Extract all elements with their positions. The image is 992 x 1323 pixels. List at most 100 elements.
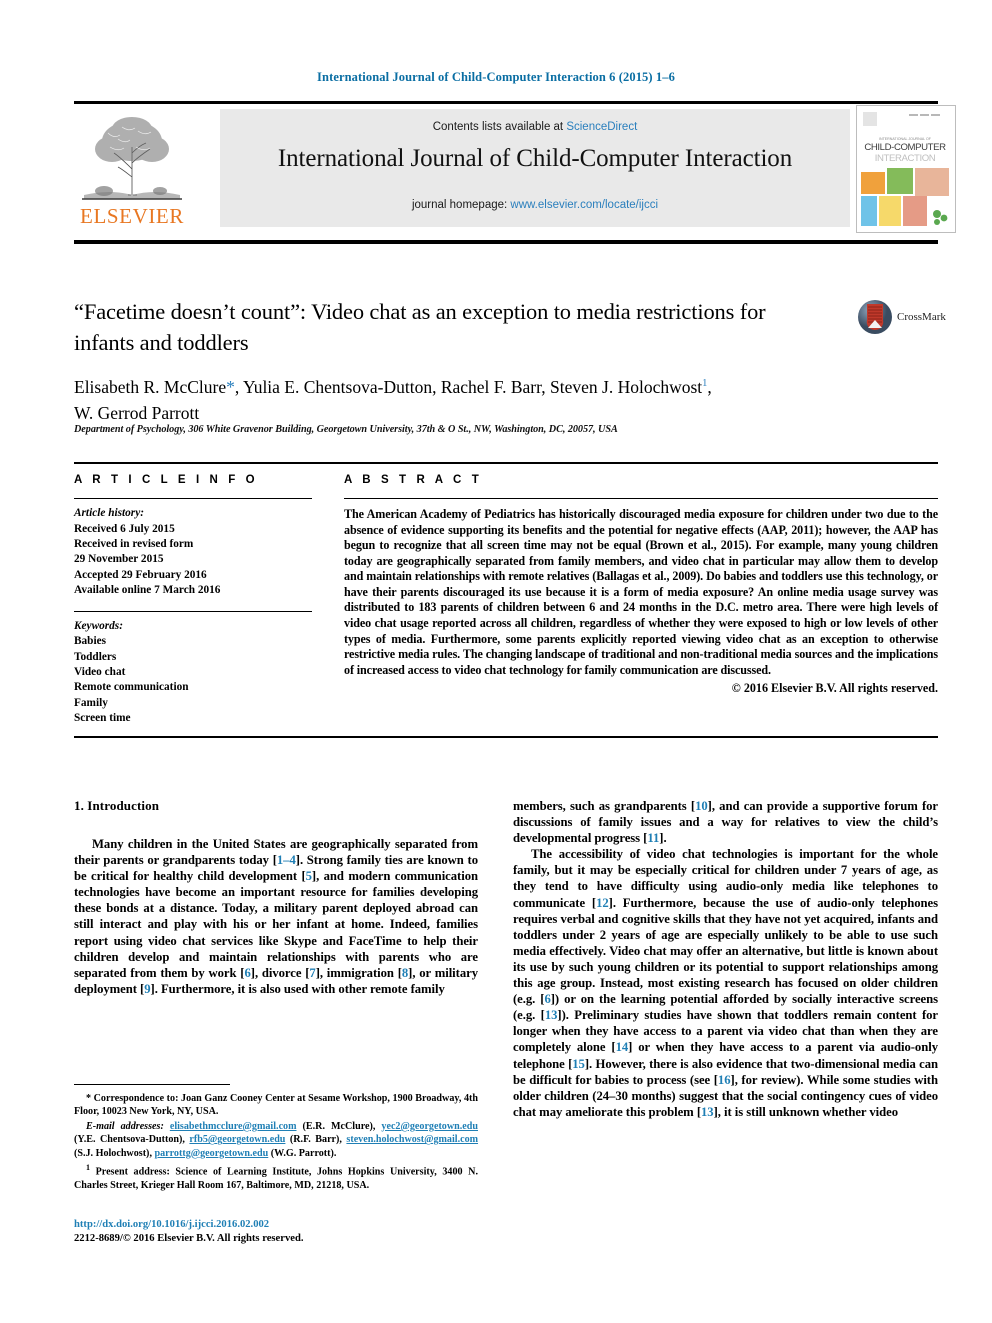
journal-title: International Journal of Child-Computer … — [277, 145, 793, 172]
authors-part-c: , — [707, 376, 712, 397]
abstract-section-bottom-rule — [74, 736, 938, 738]
keyword-item: Family — [74, 696, 108, 709]
sciencedirect-link[interactable]: ScienceDirect — [566, 121, 637, 133]
article-history-item: Received 6 July 2015 — [74, 522, 175, 535]
affiliation: Department of Psychology, 306 White Grav… — [74, 424, 618, 435]
email-person: (Y.E. Chentsova-Dutton) — [74, 1134, 183, 1146]
email-link[interactable]: yec2@georgetown.edu — [381, 1121, 478, 1132]
authors-part-b: , Yulia E. Chentsova-Dutton, Rachel F. B… — [234, 376, 703, 397]
abstract-text: The American Academy of Pediatrics has h… — [344, 507, 938, 677]
journal-masthead: ELSEVIER Contents lists available at Sci… — [74, 101, 956, 233]
keyword-item: Babies — [74, 635, 107, 648]
citation-ref[interactable]: 12 — [596, 896, 609, 910]
homepage-prefix: journal homepage: — [411, 199, 511, 211]
article-info-heading: A R T I C L E I N F O — [74, 474, 259, 486]
body-paragraph: Many children in the United States are g… — [74, 836, 478, 997]
keywords-rule — [74, 610, 312, 612]
text-run: Correspondence to: Joan Ganz Cooney Cent… — [74, 1093, 478, 1118]
article-info-rule — [74, 498, 312, 500]
email-link[interactable]: steven.holochwost@gmail.com — [346, 1134, 478, 1145]
body-column-left: 1. Introduction Many children in the Uni… — [74, 798, 478, 997]
crossmark-label: CrossMark — [897, 311, 946, 323]
article-history-item: Received in revised form — [74, 538, 194, 550]
article-info-column: A R T I C L E I N F O Article history: R… — [74, 474, 312, 727]
section-heading-introduction: 1. Introduction — [74, 798, 160, 813]
paper-page: International Journal of Child-Computer … — [0, 0, 992, 1323]
corresponding-author-marker[interactable]: * — [226, 377, 235, 397]
journal-homepage-link[interactable]: www.elsevier.com/locate/ijcci — [510, 199, 658, 211]
abstract-section-top-rule — [74, 462, 938, 464]
footnote-present-address: 1 Present address: Science of Learning I… — [74, 1161, 478, 1192]
keywords-label: Keywords: — [74, 619, 123, 632]
svg-text:INTERACTION: INTERACTION — [875, 153, 936, 164]
citation-ref[interactable]: 1–4 — [277, 853, 296, 867]
journal-homepage-line: journal homepage: www.elsevier.com/locat… — [220, 199, 850, 211]
email-person: (R.F. Barr) — [289, 1134, 340, 1146]
article-history-item: Available online 7 March 2016 — [74, 584, 221, 597]
text-run: members, such as grandparents [ — [513, 799, 696, 813]
body-paragraph: members, such as grandparents [10], and … — [513, 798, 938, 846]
text-run: ], it is still unknown whether video — [713, 1104, 899, 1119]
title-block: “Facetime doesn’t count”: Video chat as … — [74, 296, 774, 358]
email-person: (E.R. McClure) — [302, 1120, 373, 1132]
journal-cover-art: INTERNATIONAL JOURNAL OF CHILD-COMPUTER … — [857, 106, 953, 230]
citation-ref[interactable]: 15 — [572, 1057, 585, 1071]
footnote-marker: 1 — [86, 1163, 90, 1173]
svg-text:CHILD-COMPUTER: CHILD-COMPUTER — [864, 142, 946, 153]
text-run: Present address: Science of Learning Ins… — [74, 1166, 478, 1191]
authors-line-2: W. Gerrod Parrott — [74, 402, 200, 423]
crossmark-icon — [858, 300, 892, 334]
footnote-marker: * — [86, 1093, 92, 1104]
citation-ref[interactable]: 13 — [701, 1105, 714, 1119]
keyword-item: Video chat — [74, 666, 126, 679]
abstract-heading: A B S T R A C T — [344, 474, 483, 486]
citation-ref[interactable]: 14 — [616, 1040, 629, 1054]
text-run: ], immigration [ — [315, 965, 402, 980]
elsevier-logo: ELSEVIER — [74, 107, 190, 229]
email-link[interactable]: parrottg@georgetown.edu — [154, 1148, 268, 1159]
masthead-bottom-rule — [74, 240, 938, 244]
authors-part-a: Elisabeth R. McClure — [74, 376, 227, 397]
doi-block: http://dx.doi.org/10.1016/j.ijcci.2016.0… — [74, 1218, 478, 1245]
keyword-item: Remote communication — [74, 681, 189, 694]
crossmark-badge[interactable]: CrossMark — [857, 298, 946, 342]
doi-link[interactable]: http://dx.doi.org/10.1016/j.ijcci.2016.0… — [74, 1218, 478, 1232]
elsevier-wordmark: ELSEVIER — [80, 204, 184, 228]
article-history-item: Accepted 29 February 2016 — [74, 568, 207, 581]
abstract-copyright: © 2016 Elsevier B.V. All rights reserved… — [731, 681, 938, 696]
citation-ref[interactable]: 11 — [647, 831, 659, 845]
email-link[interactable]: elisabethmcclure@gmail.com — [170, 1121, 297, 1132]
keyword-item: Toddlers — [74, 650, 117, 663]
abstract-column: A B S T R A C T The American Academy of … — [344, 474, 938, 697]
citation-ref[interactable]: 13 — [545, 1008, 558, 1022]
text-run: ]. Furthermore, because the use of audio… — [513, 895, 938, 1007]
text-run: ], divorce [ — [250, 965, 310, 980]
masthead-grey-band: Contents lists available at ScienceDirec… — [220, 109, 850, 227]
footnote-rule — [74, 1084, 230, 1085]
elsevier-tree-icon — [80, 109, 184, 203]
abstract-rule — [344, 498, 938, 500]
text-run: ]. Furthermore, it is also used with oth… — [150, 981, 445, 996]
email-person: (W.G. Parrott) — [270, 1147, 334, 1159]
keyword-item: Screen time — [74, 712, 131, 725]
text-run: ], and modern communication technologies… — [74, 869, 478, 980]
footnote-emails: E-mail addresses: elisabethmcclure@gmail… — [74, 1120, 479, 1159]
contents-prefix: Contents lists available at — [432, 121, 567, 133]
svg-text:INTERNATIONAL JOURNAL OF: INTERNATIONAL JOURNAL OF — [879, 137, 932, 141]
contents-available-line: Contents lists available at ScienceDirec… — [220, 121, 850, 133]
issn-copyright-line: 2212-8689/© 2016 Elsevier B.V. All right… — [74, 1232, 304, 1244]
body-column-right: members, such as grandparents [10], and … — [513, 798, 938, 1120]
article-history-item: 29 November 2015 — [74, 553, 164, 566]
running-head: International Journal of Child-Computer … — [317, 70, 675, 84]
email-addresses-label: E-mail addresses: — [86, 1120, 164, 1132]
email-link[interactable]: rfb5@georgetown.edu — [189, 1134, 285, 1145]
email-person: (S.J. Holochwost) — [74, 1147, 150, 1159]
text-run: ]. — [659, 831, 667, 846]
body-paragraph: The accessibility of video chat technolo… — [513, 846, 938, 1120]
author-list: Elisabeth R. McClure*, Yulia E. Chentsov… — [74, 371, 834, 426]
page-title: “Facetime doesn’t count”: Video chat as … — [74, 299, 766, 355]
footnotes-block: * Correspondence to: Joan Ganz Cooney Ce… — [74, 1092, 478, 1193]
article-history-label: Article history: — [74, 507, 144, 520]
citation-ref[interactable]: 10 — [695, 799, 708, 813]
citation-ref[interactable]: 16 — [718, 1073, 731, 1087]
